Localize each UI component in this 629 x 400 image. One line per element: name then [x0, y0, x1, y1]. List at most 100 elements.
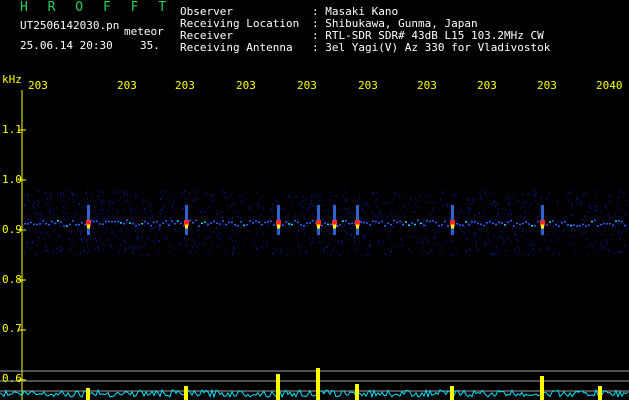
noise-dot — [574, 249, 576, 252]
noise-dot — [212, 193, 214, 196]
noise-dot — [146, 199, 147, 202]
noise-dot — [50, 198, 52, 200]
noise-dot — [199, 242, 201, 245]
noise-dot — [272, 252, 274, 255]
noise-dot — [519, 249, 521, 252]
noise-dot — [205, 238, 207, 241]
noise-dot — [450, 232, 451, 235]
noise-dot — [361, 254, 363, 257]
noise-dot — [310, 202, 311, 205]
noise-dot — [468, 199, 470, 202]
noise-dot — [322, 233, 324, 236]
noise-dot — [45, 245, 47, 248]
noise-dot — [134, 227, 136, 229]
carrier-dot — [180, 222, 182, 225]
noise-dot — [45, 202, 47, 205]
noise-dot — [194, 243, 195, 246]
noise-dot — [134, 193, 136, 196]
noise-dot — [346, 231, 348, 234]
noise-dot — [110, 227, 112, 230]
noise-dot — [359, 240, 361, 243]
noise-dot — [128, 233, 130, 236]
noise-dot — [498, 213, 500, 216]
noise-dot — [83, 237, 85, 240]
carrier-dot — [219, 223, 221, 225]
noise-dot — [305, 251, 307, 254]
noise-dot — [121, 230, 123, 233]
noise-dot — [577, 198, 579, 201]
noise-dot — [69, 248, 71, 251]
noise-dot — [411, 218, 413, 221]
noise-dot — [205, 191, 207, 194]
noise-dot — [337, 236, 339, 239]
noise-dot — [79, 252, 81, 255]
noise-dot — [150, 217, 151, 220]
noise-dot — [433, 237, 435, 239]
noise-dot — [364, 235, 366, 238]
noise-dot — [286, 253, 288, 256]
noise-dot — [367, 220, 369, 223]
noise-dot — [91, 221, 93, 224]
noise-dot — [200, 203, 202, 206]
noise-dot — [529, 230, 531, 233]
noise-dot — [395, 212, 397, 215]
noise-dot — [299, 252, 301, 255]
noise-dot — [71, 215, 73, 218]
noise-dot — [248, 223, 250, 226]
carrier-dot — [225, 223, 227, 226]
noise-dot — [141, 236, 143, 239]
noise-dot — [511, 212, 513, 215]
noise-dot — [305, 198, 307, 201]
noise-dot — [570, 214, 572, 217]
noise-dot — [610, 195, 612, 198]
noise-dot — [149, 204, 151, 207]
noise-dot — [481, 197, 483, 200]
noise-dot — [138, 245, 140, 248]
noise-dot — [400, 209, 402, 212]
noise-dot — [534, 194, 536, 197]
noise-dot — [580, 201, 582, 204]
noise-dot — [393, 225, 395, 228]
carrier-dot — [435, 221, 437, 224]
carrier-dot — [78, 224, 80, 226]
noise-dot — [440, 244, 442, 247]
noise-dot — [466, 237, 468, 240]
noise-dot — [609, 238, 611, 241]
carrier-dot — [231, 221, 233, 224]
noise-dot — [463, 244, 465, 247]
noise-dot — [311, 195, 313, 198]
carrier-dot — [228, 221, 230, 224]
carrier-dot — [282, 224, 284, 226]
noise-dot — [596, 205, 597, 208]
noise-dot — [527, 221, 529, 224]
noise-dot — [286, 214, 288, 216]
noise-dot — [108, 205, 110, 208]
noise-dot — [208, 194, 210, 197]
noise-dot — [461, 211, 463, 214]
carrier-dot — [63, 225, 65, 227]
noise-dot — [314, 194, 316, 197]
noise-dot — [541, 235, 543, 237]
noise-dot — [132, 248, 134, 251]
carrier-dot — [132, 223, 134, 225]
noise-dot — [603, 218, 605, 221]
carrier-dot — [249, 220, 251, 222]
carrier-dot — [519, 223, 521, 226]
noise-dot — [88, 235, 90, 238]
noise-dot — [208, 248, 210, 251]
noise-dot — [321, 227, 323, 230]
noise-dot — [143, 224, 145, 227]
noise-dot — [489, 212, 491, 215]
noise-dot — [97, 246, 99, 249]
noise-dot — [209, 220, 211, 223]
noise-dot — [391, 246, 392, 249]
noise-dot — [607, 195, 609, 198]
noise-dot — [99, 237, 100, 240]
noise-dot — [619, 209, 621, 212]
noise-dot — [346, 214, 348, 217]
noise-dot — [114, 199, 116, 202]
noise-dot — [126, 199, 128, 202]
noise-dot — [389, 234, 391, 236]
noise-dot — [538, 214, 540, 217]
noise-dot — [625, 214, 627, 216]
